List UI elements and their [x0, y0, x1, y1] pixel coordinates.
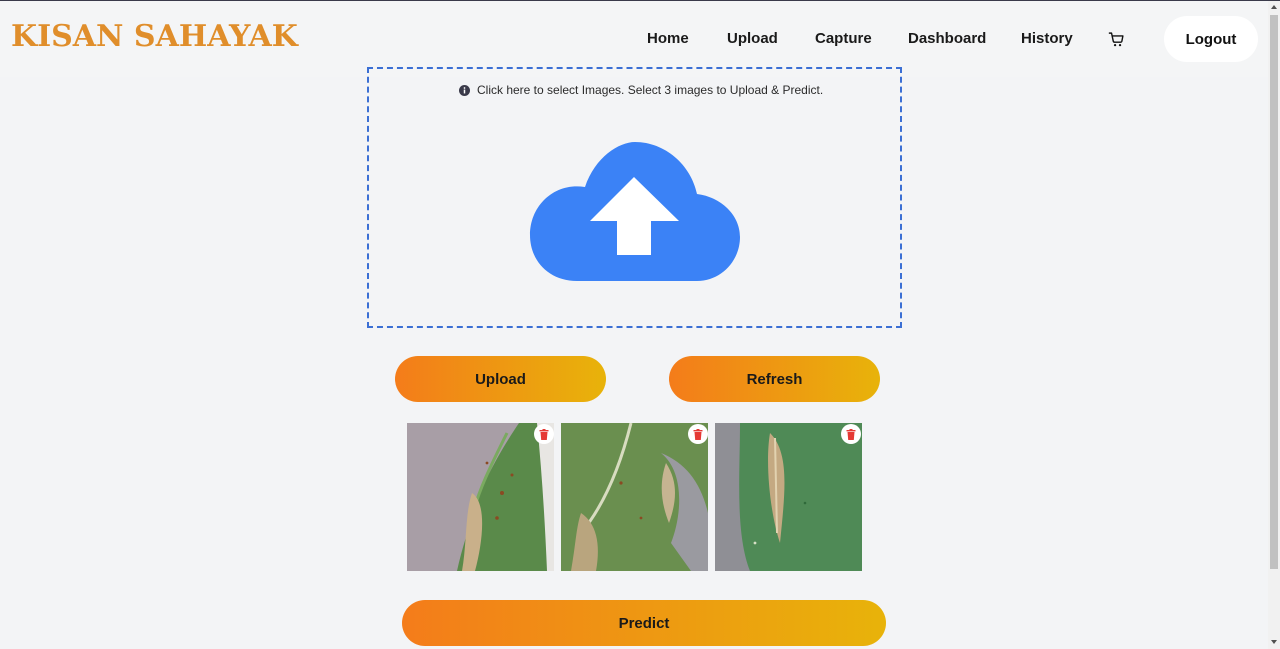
dropzone-hint-text: Click here to select Images. Select 3 im… [477, 83, 824, 97]
leaf-image-2-graphic [561, 423, 708, 571]
trash-icon [539, 428, 549, 440]
delete-image-1-button[interactable] [534, 424, 554, 444]
cloud-upload-icon [530, 142, 740, 281]
info-icon [459, 84, 470, 96]
nav-dashboard[interactable]: Dashboard [908, 30, 986, 47]
leaf-image-3-graphic [715, 423, 862, 571]
cart-icon[interactable] [1108, 31, 1125, 48]
scroll-up-icon[interactable] [1271, 5, 1277, 9]
scroll-down-icon[interactable] [1271, 640, 1277, 644]
leaf-image-1 [407, 423, 554, 571]
scrollbar-thumb[interactable] [1270, 15, 1278, 569]
brand-logo[interactable]: KISAN SAHAYAK [11, 19, 298, 54]
nav-home[interactable]: Home [647, 30, 689, 47]
delete-image-3-button[interactable] [841, 424, 861, 444]
delete-image-2-button[interactable] [688, 424, 708, 444]
leaf-image-3 [715, 423, 862, 571]
dropzone-hint: Click here to select Images. Select 3 im… [459, 83, 823, 97]
image-dropzone[interactable]: Click here to select Images. Select 3 im… [367, 67, 902, 328]
predict-button[interactable]: Predict [402, 600, 886, 646]
trash-icon [846, 428, 856, 440]
nav-capture[interactable]: Capture [815, 30, 872, 47]
leaf-image-2 [561, 423, 708, 571]
page-scrollbar[interactable] [1268, 1, 1280, 649]
trash-icon [693, 428, 703, 440]
nav-upload[interactable]: Upload [727, 30, 778, 47]
refresh-button[interactable]: Refresh [669, 356, 880, 402]
navbar: KISAN SAHAYAK Home Upload Capture Dashbo… [0, 1, 1268, 77]
upload-button[interactable]: Upload [395, 356, 606, 402]
logout-button[interactable]: Logout [1164, 16, 1258, 62]
leaf-image-1-graphic [407, 423, 554, 571]
nav-history[interactable]: History [1021, 30, 1073, 47]
